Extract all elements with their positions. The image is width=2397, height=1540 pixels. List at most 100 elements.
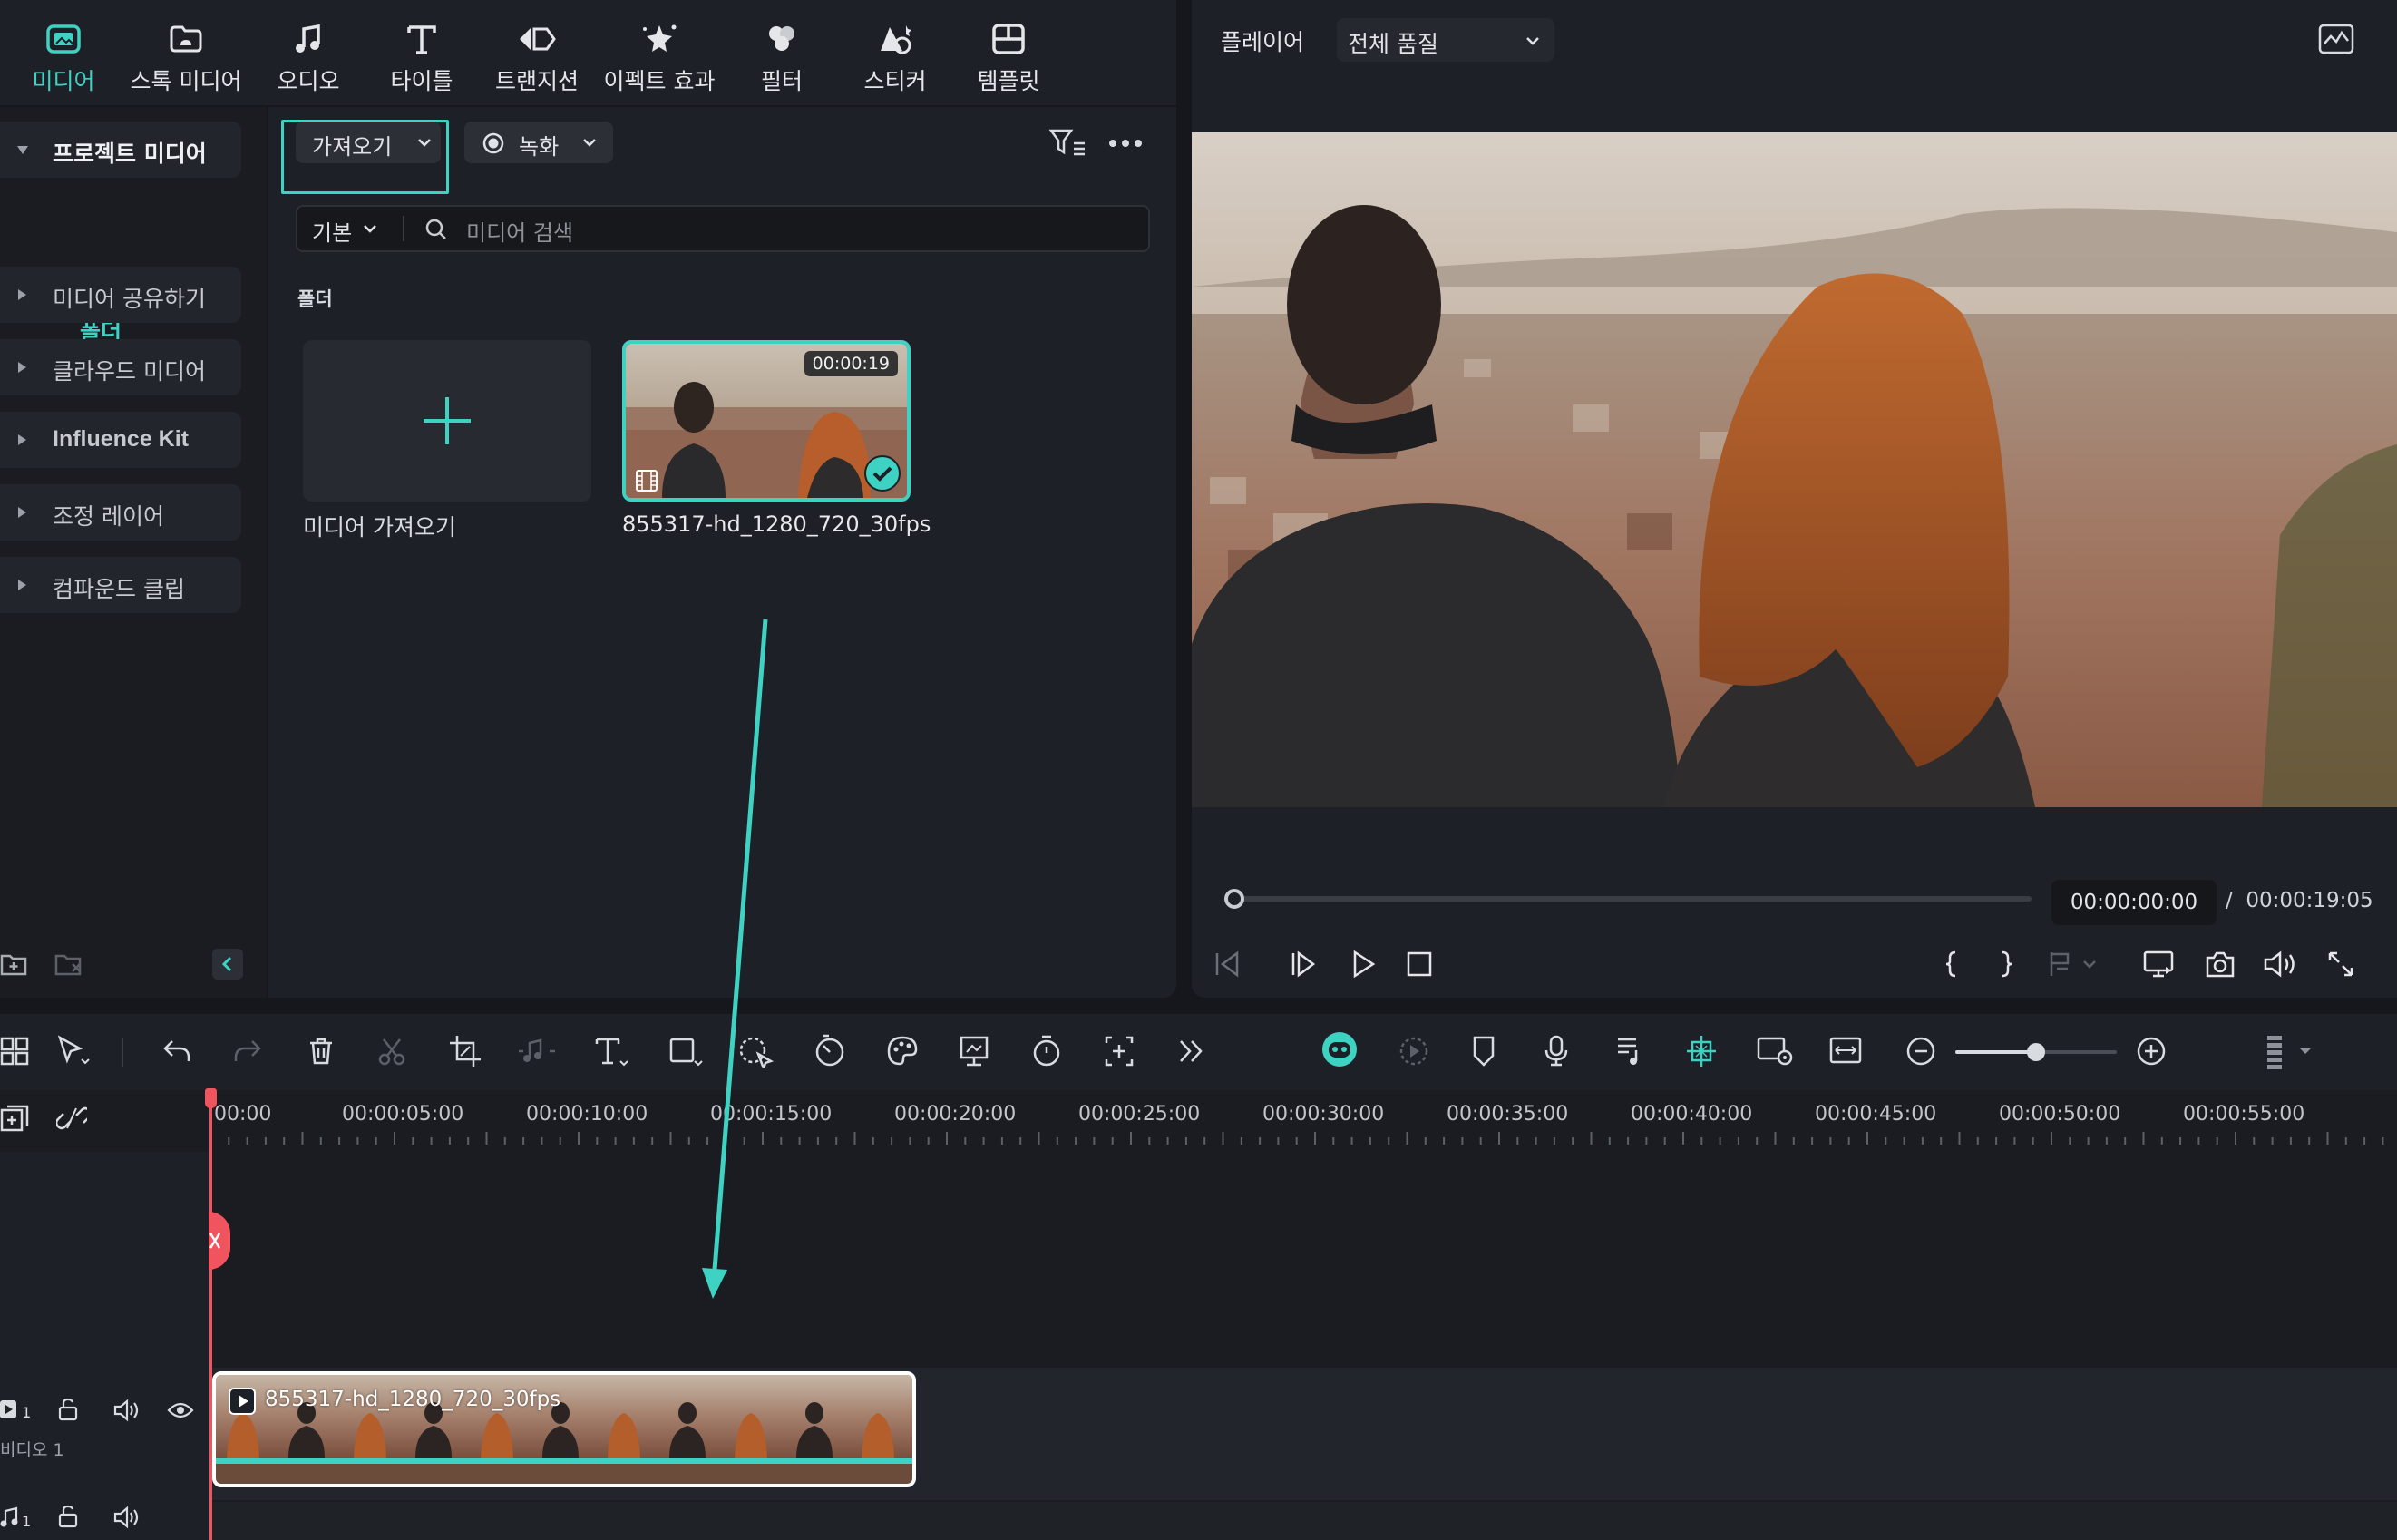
media-clip-thumbnail[interactable]: 00:00:19 <box>622 340 911 502</box>
filter-sort-icon[interactable] <box>1048 127 1086 160</box>
snap-magnet-icon[interactable] <box>1683 1034 1720 1068</box>
ruler-time-label: 00:00:10:00 <box>526 1103 648 1126</box>
picture-in-picture-icon[interactable] <box>1756 1034 1794 1068</box>
current-time-display[interactable]: 00:00:00:00 <box>2051 880 2217 925</box>
track-volume-icon[interactable] <box>112 1399 140 1422</box>
chevron-down-icon <box>418 139 431 147</box>
playback-progress-bar[interactable] <box>1224 896 2032 902</box>
timeline-ruler[interactable]: 00:00 00:00:05:00 00:00:10:00 00:00:15:00 00… <box>210 1090 2397 1148</box>
sidebar-item-adjustment-layer[interactable]: 조정 레이어 <box>0 484 241 541</box>
stop-icon[interactable] <box>1404 949 1435 980</box>
import-button[interactable]: 가져오기 <box>296 122 441 163</box>
auto-reframe-icon[interactable] <box>1103 1034 1135 1068</box>
more-options-icon[interactable] <box>1108 134 1143 152</box>
sidebar-item-compound-clip[interactable]: 컴파운드 클립 <box>0 557 241 613</box>
tab-stock-media[interactable]: 스톡 미디어 <box>127 0 245 107</box>
zoom-in-icon[interactable] <box>2135 1034 2168 1068</box>
zoom-out-icon[interactable] <box>1905 1034 1937 1068</box>
record-button[interactable]: 녹화 <box>464 122 613 163</box>
mark-in-icon[interactable] <box>1939 949 1961 980</box>
text-tool-icon[interactable] <box>593 1034 629 1068</box>
expand-triangle-icon <box>18 289 26 300</box>
chevron-down-icon <box>583 139 596 147</box>
top-nav-bar: 미디어 스톡 미디어 오디오 타이틀 트랜지션 이펙트 효과 필터 스티커 템플… <box>0 0 1176 107</box>
mask-ai-icon[interactable] <box>736 1034 778 1068</box>
waveform-monitor-icon[interactable] <box>2318 24 2354 54</box>
eye-visibility-icon[interactable] <box>167 1400 194 1420</box>
speed-icon[interactable] <box>813 1034 847 1068</box>
microphone-icon[interactable] <box>1542 1034 1571 1068</box>
shape-rectangle-icon[interactable] <box>667 1034 704 1068</box>
ruler-time-label: 00:00:40:00 <box>1631 1103 1753 1126</box>
layout-settings-icon[interactable] <box>2264 1034 2318 1072</box>
sidebar-item-project-media[interactable]: 프로젝트 미디어 <box>0 122 241 178</box>
collapse-sidebar-button[interactable] <box>212 949 243 980</box>
import-media-card[interactable] <box>303 340 591 502</box>
ruler-time-label: 00:00:25:00 <box>1078 1103 1201 1126</box>
sidebar-item-influence-kit[interactable]: Influence Kit <box>0 412 241 468</box>
next-frame-icon[interactable] <box>1288 949 1319 980</box>
lock-open-icon[interactable] <box>56 1397 80 1422</box>
delete-trash-icon[interactable] <box>305 1034 337 1068</box>
expand-triangle-icon <box>18 580 26 590</box>
layout-grid-icon[interactable] <box>0 1034 31 1068</box>
sidebar-item-label: 미디어 공유하기 <box>53 286 206 312</box>
volume-icon[interactable] <box>2262 949 2298 980</box>
more-tools-chevron-icon[interactable] <box>1175 1034 1206 1068</box>
video-preview[interactable] <box>1192 132 2397 807</box>
ruler-time-label: 00:00:55:00 <box>2183 1103 2305 1126</box>
link-unlink-icon[interactable] <box>56 1103 87 1134</box>
expand-triangle-icon <box>18 507 26 518</box>
audio-track-1 <box>212 1502 2397 1540</box>
zoom-slider-knob[interactable] <box>2027 1043 2045 1061</box>
quality-dropdown[interactable]: 전체 품질 <box>1337 18 1554 62</box>
play-icon[interactable] <box>1348 949 1379 980</box>
timeline-video-clip[interactable]: 855317-hd_1280_720_30fps <box>212 1371 916 1487</box>
mark-out-icon[interactable] <box>1997 949 2019 980</box>
fit-timeline-icon[interactable] <box>1828 1034 1863 1068</box>
template-icon <box>992 24 1025 54</box>
auto-enhance-icon[interactable] <box>958 1034 994 1068</box>
playhead-handle[interactable] <box>205 1088 217 1108</box>
folder-section-title: 폴더 <box>297 288 333 310</box>
tab-effects[interactable]: 이펙트 효과 <box>600 0 718 107</box>
track-volume-icon[interactable] <box>112 1506 140 1529</box>
sort-dropdown[interactable]: 기본 <box>297 207 399 250</box>
redo-icon[interactable] <box>230 1034 263 1068</box>
color-palette-icon[interactable] <box>885 1034 920 1068</box>
chevron-left-icon <box>221 956 232 972</box>
lock-open-icon[interactable] <box>56 1504 80 1529</box>
display-monitor-icon[interactable] <box>2142 949 2175 980</box>
insert-marker-icon[interactable] <box>2048 949 2100 980</box>
ai-assistant-icon[interactable] <box>1320 1030 1359 1068</box>
select-cursor-icon[interactable] <box>54 1034 91 1068</box>
snapshot-camera-icon[interactable] <box>2204 949 2236 980</box>
split-scissors-icon <box>209 1233 221 1249</box>
audio-mix-icon[interactable] <box>1614 1034 1647 1068</box>
playhead-line[interactable] <box>209 1090 212 1540</box>
undo-icon[interactable] <box>161 1034 194 1068</box>
duration-timer-icon[interactable] <box>1030 1034 1063 1068</box>
plus-icon <box>424 397 471 444</box>
previous-frame-icon[interactable] <box>1212 949 1242 980</box>
add-track-icon[interactable] <box>0 1103 31 1134</box>
split-scissors-icon[interactable] <box>375 1034 408 1068</box>
marker-icon[interactable] <box>1469 1034 1498 1068</box>
audio-detach-icon[interactable] <box>517 1034 557 1068</box>
delete-folder-icon[interactable] <box>54 950 85 978</box>
collapse-triangle-icon <box>17 146 28 154</box>
new-folder-icon[interactable] <box>0 950 29 978</box>
tab-transitions[interactable]: 트랜지션 <box>478 0 596 107</box>
transition-icon <box>520 27 556 51</box>
sidebar-item-cloud-media[interactable]: 클라우드 미디어 <box>0 339 241 395</box>
fullscreen-icon[interactable] <box>2325 949 2356 980</box>
playback-progress-knob[interactable] <box>1224 889 1244 909</box>
crop-icon[interactable] <box>448 1034 482 1068</box>
search-input[interactable]: 미디어 검색 <box>466 215 573 247</box>
tab-templates[interactable]: 템플릿 <box>950 0 1067 107</box>
sidebar-item-share-media[interactable]: 미디어 공유하기 <box>0 267 241 323</box>
total-time-display: / 00:00:19:05 <box>2226 889 2373 912</box>
toolbar-divider <box>122 1038 123 1067</box>
tab-media[interactable]: 미디어 <box>5 0 122 107</box>
render-preview-icon[interactable] <box>1397 1034 1431 1068</box>
